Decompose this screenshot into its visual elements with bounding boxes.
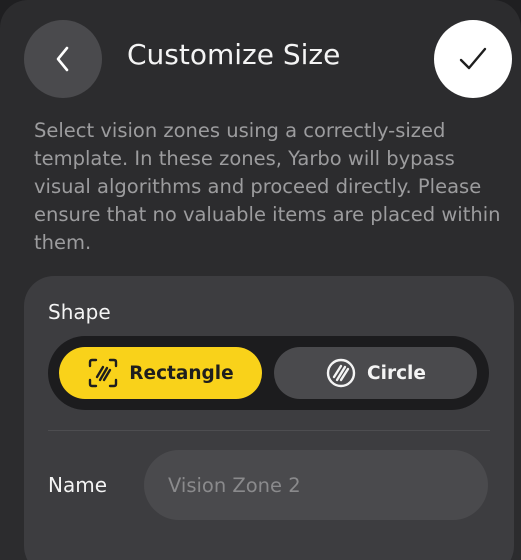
shape-label: Shape xyxy=(48,300,111,324)
shape-selector: Rectangle Circle xyxy=(48,336,489,410)
rectangle-hatch-icon xyxy=(87,357,119,389)
shape-option-label: Rectangle xyxy=(129,362,234,384)
divider xyxy=(48,430,490,431)
name-input[interactable] xyxy=(144,450,488,520)
checkmark-icon xyxy=(458,46,488,72)
customize-size-panel: Customize Size Select vision zones using… xyxy=(0,0,521,560)
chevron-left-icon xyxy=(53,44,73,74)
shape-option-circle[interactable]: Circle xyxy=(274,347,477,399)
description-text: Select vision zones using a correctly-si… xyxy=(34,119,501,254)
shape-option-label: Circle xyxy=(367,362,426,384)
name-label: Name xyxy=(48,473,108,497)
page-title: Customize Size xyxy=(127,38,341,71)
back-button[interactable] xyxy=(24,20,102,98)
settings-card: Shape Rectangle Circle Name Vision Zone … xyxy=(24,276,514,560)
confirm-button[interactable] xyxy=(434,20,512,98)
shape-option-rectangle[interactable]: Rectangle xyxy=(59,347,262,399)
circle-hatch-icon xyxy=(325,357,357,389)
